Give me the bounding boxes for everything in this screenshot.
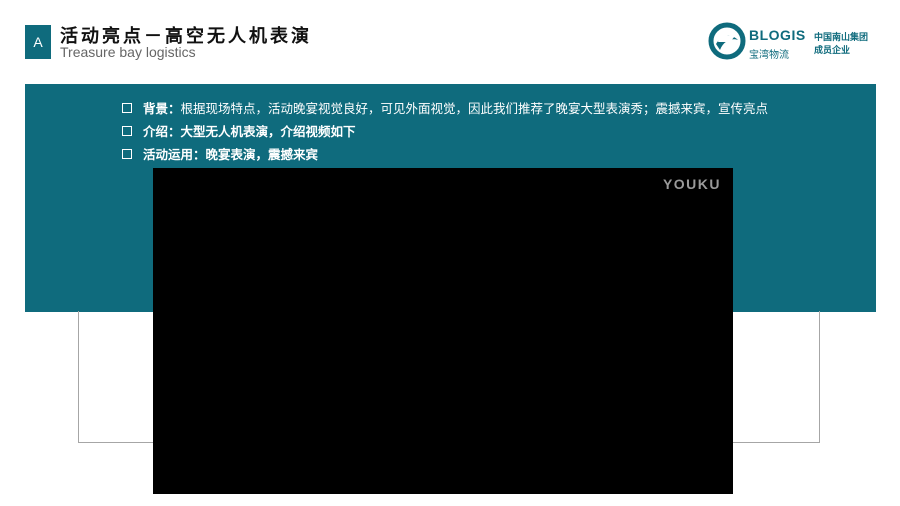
company-logo: BLOGIS 宝湾物流 中国南山集团 成员企业 <box>708 22 878 62</box>
bullet-item-intro: 介绍： 大型无人机表演，介绍视频如下 <box>122 119 768 142</box>
bullet-label: 背景： <box>143 101 181 116</box>
logo-group-text: 中国南山集团 成员企业 <box>814 32 868 58</box>
youku-watermark: YOUKU <box>662 176 721 192</box>
page-subtitle: Treasure bay logistics <box>60 44 196 60</box>
bullet-list: 背景： 根据现场特点，活动晚宴视觉良好，可见外面视觉，因此我们推荐了晚宴大型表演… <box>122 96 768 165</box>
square-bullet-icon <box>122 148 132 159</box>
square-bullet-icon <box>122 102 132 113</box>
section-badge: A <box>25 25 51 59</box>
bullet-label: 介绍： <box>143 124 181 139</box>
logo-brand-name: BLOGIS <box>749 27 806 43</box>
video-player[interactable]: YOUKU <box>153 168 733 494</box>
bullet-label: 活动运用： <box>143 147 206 162</box>
bullet-item-background: 背景： 根据现场特点，活动晚宴视觉良好，可见外面视觉，因此我们推荐了晚宴大型表演… <box>122 96 768 119</box>
bullet-text: 晚宴表演，震撼来宾 <box>205 147 319 162</box>
square-bullet-icon <box>122 125 132 136</box>
logo-brand-name-cn: 宝湾物流 <box>749 50 789 61</box>
bullet-text: 大型无人机表演，介绍视频如下 <box>180 124 356 139</box>
blogis-logo-icon <box>708 22 746 60</box>
bullet-item-usage: 活动运用： 晚宴表演，震撼来宾 <box>122 142 768 165</box>
logo-group-line2: 成员企业 <box>814 46 851 56</box>
bullet-text: 根据现场特点，活动晚宴视觉良好，可见外面视觉，因此我们推荐了晚宴大型表演秀；震撼… <box>180 101 769 116</box>
logo-group-line1: 中国南山集团 <box>814 33 869 43</box>
